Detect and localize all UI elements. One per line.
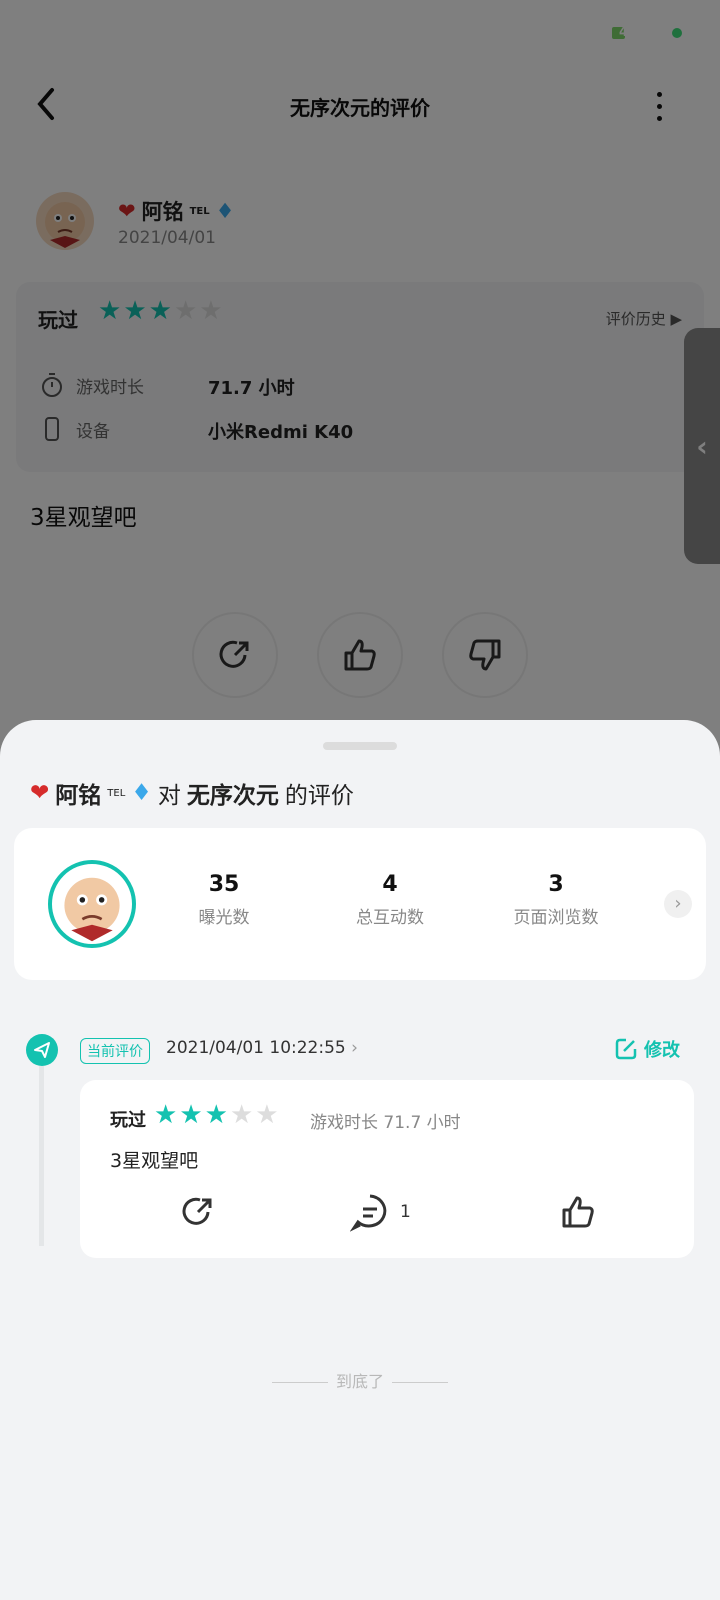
end-of-list: 到底了 bbox=[0, 1368, 720, 1392]
edit-label: 修改 bbox=[644, 1040, 680, 1061]
sheet-title-end: 的评价 bbox=[284, 783, 354, 809]
star-icon: ★ bbox=[204, 1100, 228, 1130]
edit-button[interactable]: 修改 bbox=[614, 1036, 680, 1062]
stat-page-views: 3 页面浏览数 bbox=[486, 872, 626, 928]
bottom-sheet: ❤ 阿铭 TEL ♦ 对 无序次元 的评价 35 曝光数 4 总互动数 3 页面浏… bbox=[0, 720, 720, 1600]
stat-label: 总互动数 bbox=[356, 908, 424, 928]
chevron-right-icon[interactable]: › bbox=[664, 890, 692, 918]
comment-count: 1 bbox=[400, 1202, 411, 1222]
current-date-text: 2021/04/01 10:22:55 bbox=[166, 1038, 346, 1058]
share-button[interactable] bbox=[178, 1192, 218, 1232]
chevron-right-icon: › bbox=[351, 1038, 358, 1058]
like-button[interactable] bbox=[558, 1192, 598, 1232]
sheet-game-name: 无序次元 bbox=[186, 783, 279, 809]
star-icon: ★ bbox=[255, 1100, 279, 1130]
stat-exposure: 35 曝光数 bbox=[154, 872, 294, 928]
current-review-tag: 当前评价 bbox=[80, 1038, 150, 1064]
sheet-title-mid: 对 bbox=[157, 783, 181, 809]
share-icon bbox=[182, 1197, 212, 1225]
sheet-drag-handle[interactable] bbox=[323, 742, 397, 750]
stat-interactions: 4 总互动数 bbox=[320, 872, 460, 928]
avatar-face-icon bbox=[64, 877, 120, 942]
diamond-icon: ♦ bbox=[131, 780, 152, 806]
end-text: 到底了 bbox=[335, 1372, 384, 1391]
review-text: 3星观望吧 bbox=[110, 1150, 199, 1172]
tel-badge: TEL bbox=[107, 787, 126, 799]
star-icon: ★ bbox=[229, 1100, 254, 1130]
sheet-title: ❤ 阿铭 TEL ♦ 对 无序次元 的评价 bbox=[30, 776, 354, 810]
rating-stars: ★★★★★ bbox=[154, 1102, 279, 1128]
stat-label: 曝光数 bbox=[198, 908, 250, 928]
edit-icon bbox=[615, 1038, 637, 1060]
current-review-date[interactable]: 2021/04/01 10:22:55 › bbox=[166, 1038, 358, 1058]
stat-value: 3 bbox=[548, 872, 564, 897]
stat-value: 4 bbox=[382, 872, 398, 897]
timeline-line bbox=[39, 1066, 44, 1246]
played-label: 玩过 bbox=[110, 1110, 146, 1131]
stat-label: 页面浏览数 bbox=[513, 908, 599, 928]
comment-button[interactable]: 1 bbox=[350, 1192, 411, 1232]
stats-card[interactable]: 35 曝光数 4 总互动数 3 页面浏览数 › bbox=[14, 828, 706, 980]
send-icon bbox=[26, 1034, 58, 1066]
comment-icon bbox=[350, 1194, 387, 1232]
star-icon: ★ bbox=[154, 1100, 178, 1130]
stat-value: 35 bbox=[208, 872, 240, 897]
review-history-card[interactable]: 玩过 ★ ★ ★ ★ ★ 游戏时长 71.7 小时 3星观望吧 1 bbox=[80, 1080, 694, 1258]
sheet-user-name: 阿铭 bbox=[55, 783, 102, 809]
heart-icon: ❤ bbox=[30, 780, 50, 806]
playtime-text: 游戏时长 71.7 小时 bbox=[310, 1113, 461, 1133]
thumbs-up-icon bbox=[562, 1196, 594, 1228]
avatar bbox=[48, 860, 136, 948]
star-icon: ★ bbox=[179, 1100, 203, 1130]
